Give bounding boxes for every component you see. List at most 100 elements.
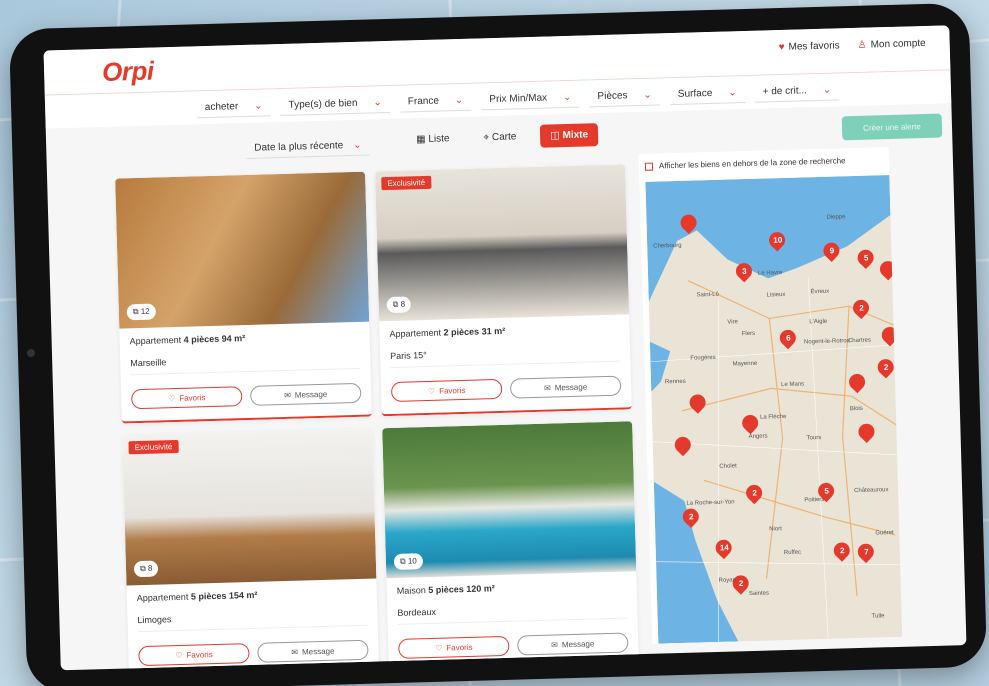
listing-card[interactable]: Exclusivité ⧉ 8 Appartement 5 pièces 154…	[122, 428, 380, 671]
map-city-label: Tulle	[871, 613, 885, 620]
message-button[interactable]: ✉ Message	[509, 375, 622, 399]
photo-count-badge: ⧉ 8	[386, 296, 412, 314]
mail-icon: ✉	[551, 639, 559, 650]
view-mixed-button[interactable]: ◫ Mixte	[540, 123, 599, 148]
map-city-label: Mayenne	[732, 360, 758, 368]
mail-icon: ✉	[291, 647, 299, 657]
map-city-label: Cholet	[719, 463, 737, 470]
listing-photo[interactable]: Exclusivité ⧉ 8	[375, 164, 630, 322]
mail-icon: ✉	[543, 383, 551, 393]
app-screen: Orpi ♥ Mes favoris ♙ Mon compte acheter ⌄ T…	[43, 25, 967, 671]
orpi-logo[interactable]: Orpi	[102, 56, 154, 88]
camera-icon: ⧉	[399, 556, 406, 566]
view-map-button[interactable]: ⌖ Carte	[473, 125, 526, 149]
map-city-label: L'Aigle	[809, 318, 828, 326]
listing-photo[interactable]: ⧉ 10	[382, 421, 637, 579]
view-list-button[interactable]: ▦ Liste	[406, 127, 460, 151]
filter-price[interactable]: Prix Min/Max ⌄	[481, 87, 580, 110]
map-city-label: Châteauroux	[854, 487, 889, 495]
camera-icon: ⧉	[132, 307, 139, 317]
map-city-label: Le Mans	[781, 381, 805, 389]
filter-more-criteria[interactable]: + de crit... ⌄	[754, 79, 840, 103]
listing-title: Maison 5 pièces 120 m²	[396, 583, 495, 596]
filter-location[interactable]: France ⌄	[399, 90, 472, 113]
map-city-label: Le Havre	[757, 270, 783, 277]
chevron-down-icon: ⌄	[454, 94, 464, 106]
listing-photo[interactable]: Exclusivité ⧉ 8	[122, 428, 377, 586]
listing-card[interactable]: ⧉ 10 Maison 5 pièces 120 m² Bordeaux ♡ Fa…	[382, 421, 639, 671]
filter-rooms[interactable]: Pièces ⌄	[589, 84, 661, 107]
map-city-label: Rennes	[664, 378, 686, 386]
account-link[interactable]: ♙ Mon compte	[858, 38, 926, 51]
photo-count-badge: ⧉ 10	[393, 553, 424, 570]
view-switcher: ▦ Liste ⌖ Carte ◫ Mixte	[406, 123, 599, 151]
sort-select[interactable]: Date la plus récente ⌄	[246, 135, 370, 159]
camera-icon	[26, 348, 36, 358]
user-icon: ♙	[857, 39, 867, 51]
create-alert-button[interactable]: Créer une alerte	[841, 113, 943, 141]
map-city-label: Cherbourg	[653, 242, 682, 250]
chevron-down-icon: ⌄	[822, 84, 832, 96]
map-city-label: La Flèche	[759, 413, 787, 421]
chevron-down-icon: ⌄	[728, 86, 737, 98]
listing-city: Bordeaux	[397, 601, 628, 625]
map-city-label: Royan	[718, 577, 737, 584]
message-button[interactable]: ✉ Message	[257, 639, 369, 663]
filter-transaction[interactable]: acheter ⌄	[196, 95, 271, 118]
favorite-button[interactable]: ♡ Favoris	[398, 635, 510, 659]
favorite-button[interactable]: ♡ Favoris	[131, 386, 243, 410]
listing-photo[interactable]: ⧉ 12	[115, 171, 370, 329]
chevron-down-icon: ⌄	[562, 91, 572, 103]
exclusive-badge: Exclusivité	[381, 175, 432, 191]
listing-card[interactable]: Exclusivité ⧉ 8 Appartement 2 pièces 31 …	[375, 164, 632, 417]
map-city-label: Dieppe	[826, 214, 846, 221]
chevron-down-icon: ⌄	[643, 89, 653, 101]
map-city-label: Niort	[769, 526, 782, 533]
favorites-link[interactable]: ♥ Mes favoris	[779, 40, 840, 53]
map-city-label: Ruffec	[783, 549, 802, 557]
listing-city: Paris 15°	[390, 344, 621, 369]
map-city-label: Évreux	[810, 288, 830, 296]
split-view-icon: ◫	[550, 130, 560, 142]
favorite-button[interactable]: ♡ Favoris	[138, 643, 250, 667]
map-city-label: Poitiers	[804, 496, 825, 504]
map-city-label: Flers	[741, 330, 756, 338]
map-city-label: Saint-Lô	[696, 291, 720, 299]
map-city-label: Saintes	[748, 590, 770, 598]
map-pin-icon: ⌖	[483, 132, 490, 144]
listing-card[interactable]: ⧉ 12 Appartement 4 pièces 94 m² Marseill…	[115, 171, 372, 424]
photo-count-badge: ⧉ 12	[126, 303, 156, 321]
listing-title: Appartement 5 pièces 154 m²	[136, 589, 258, 604]
listing-title: Appartement 2 pièces 31 m²	[389, 325, 506, 340]
message-button[interactable]: ✉ Message	[517, 632, 629, 656]
grid-icon: ▦	[415, 133, 426, 146]
chevron-down-icon: ⌄	[254, 99, 263, 112]
map-city-label: Angers	[748, 433, 768, 441]
heart-icon: ♡	[175, 650, 183, 660]
listing-title: Appartement 4 pièces 94 m²	[129, 333, 246, 347]
heart-icon: ♥	[778, 41, 785, 54]
listing-city: Marseille	[130, 351, 361, 376]
heart-icon: ♡	[435, 643, 443, 653]
filter-surface[interactable]: Surface ⌄	[669, 82, 745, 105]
camera-icon: ⧉	[392, 299, 399, 309]
results-map[interactable]: 10 3 9 5 2 6 2 2 5 2 14 2 7 2 Cherbourg Dieppe Le Havre S…	[645, 175, 903, 644]
map-city-label: Fougères	[690, 354, 716, 362]
map-city-label: Chartres	[847, 337, 872, 345]
message-button[interactable]: ✉ Message	[249, 382, 362, 406]
map-city-label: Vire	[727, 319, 739, 326]
checkbox-icon	[644, 162, 654, 171]
map-city-label: Blois	[849, 405, 863, 413]
exclusive-badge: Exclusivité	[128, 439, 179, 455]
map-city-label: Guéret	[875, 530, 894, 537]
filter-property-type[interactable]: Type(s) de bien ⌄	[280, 92, 391, 116]
map-city-label: Nogent-le-Rotrou	[803, 338, 851, 346]
favorite-button[interactable]: ♡ Favoris	[390, 378, 503, 402]
tablet-device: Orpi ♥ Mes favoris ♙ Mon compte acheter ⌄ T…	[8, 2, 988, 686]
map-city-label: Tours	[806, 435, 822, 442]
heart-icon: ♡	[167, 393, 176, 403]
chevron-down-icon: ⌄	[353, 139, 362, 151]
heart-icon: ♡	[427, 386, 436, 396]
photo-count-badge: ⧉ 8	[133, 560, 159, 578]
listing-city: Limoges	[137, 608, 368, 633]
